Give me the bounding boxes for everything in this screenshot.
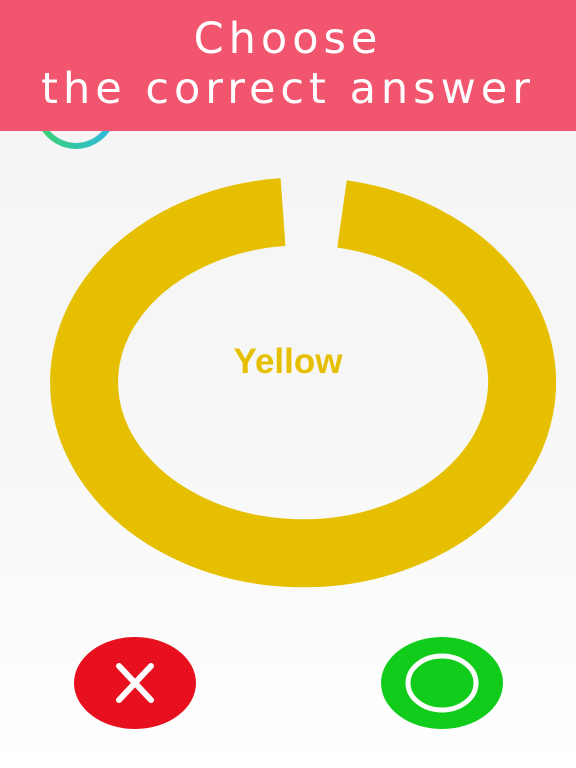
instruction-banner: Choose the correct answer: [0, 0, 576, 131]
instruction-title-line2: the correct answer: [41, 64, 535, 114]
instruction-title-line1: Choose: [193, 14, 383, 64]
cross-icon: [116, 663, 154, 703]
circle-icon: [405, 653, 479, 713]
correct-answer-button[interactable]: [381, 637, 503, 729]
wrong-answer-button[interactable]: [74, 637, 196, 729]
color-word: Yellow: [233, 342, 343, 381]
